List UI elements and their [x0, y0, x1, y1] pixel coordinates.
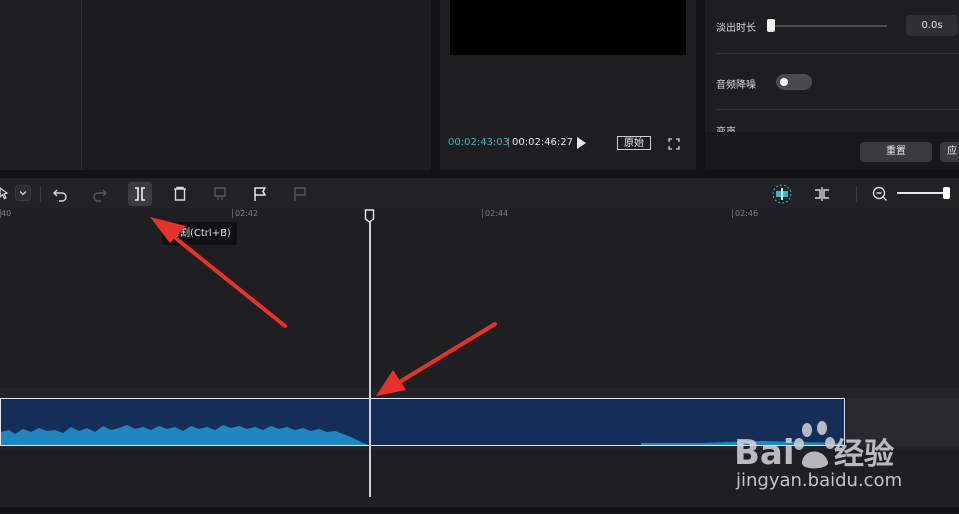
bottom-bar: [0, 507, 959, 514]
svg-text:经验: 经验: [834, 437, 894, 472]
svg-text:Bai: Bai: [734, 433, 795, 473]
watermark-url: jingyan.baidu.com: [736, 470, 903, 491]
